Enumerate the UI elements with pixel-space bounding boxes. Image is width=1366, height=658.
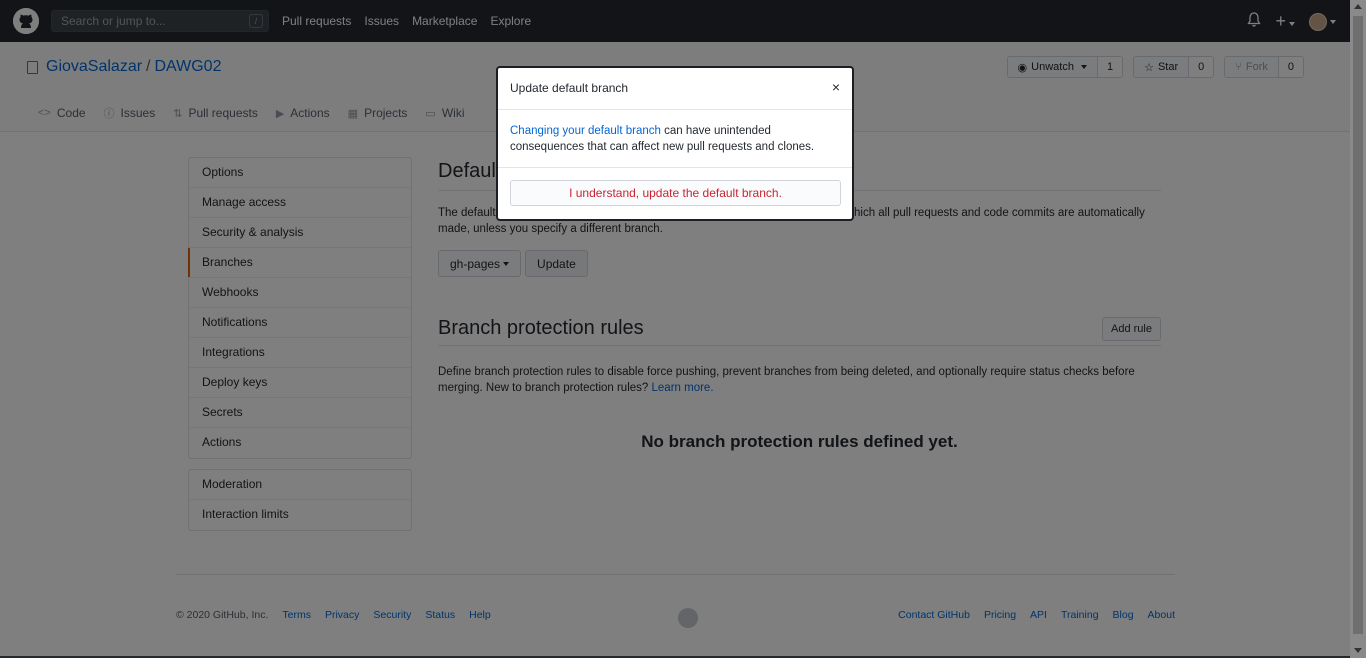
page: Search or jump to... / Pull requests Iss… [0,0,1350,658]
scrollbar-thumb[interactable] [1353,16,1363,634]
scroll-up-icon[interactable] [1354,4,1362,9]
page-scrollbar[interactable] [1350,0,1366,658]
dialog-footer: I understand, update the default branch. [498,168,852,218]
change-default-branch-link[interactable]: Changing your default branch [510,125,661,137]
dialog-header: Update default branch × [498,68,852,110]
close-icon[interactable]: × [832,80,840,94]
dialog-title: Update default branch [510,81,629,95]
scroll-down-icon[interactable] [1354,648,1362,653]
confirm-update-button[interactable]: I understand, update the default branch. [510,180,841,206]
update-default-branch-dialog: Update default branch × Changing your de… [496,66,854,221]
dialog-body: Changing your default branch can have un… [498,110,852,168]
